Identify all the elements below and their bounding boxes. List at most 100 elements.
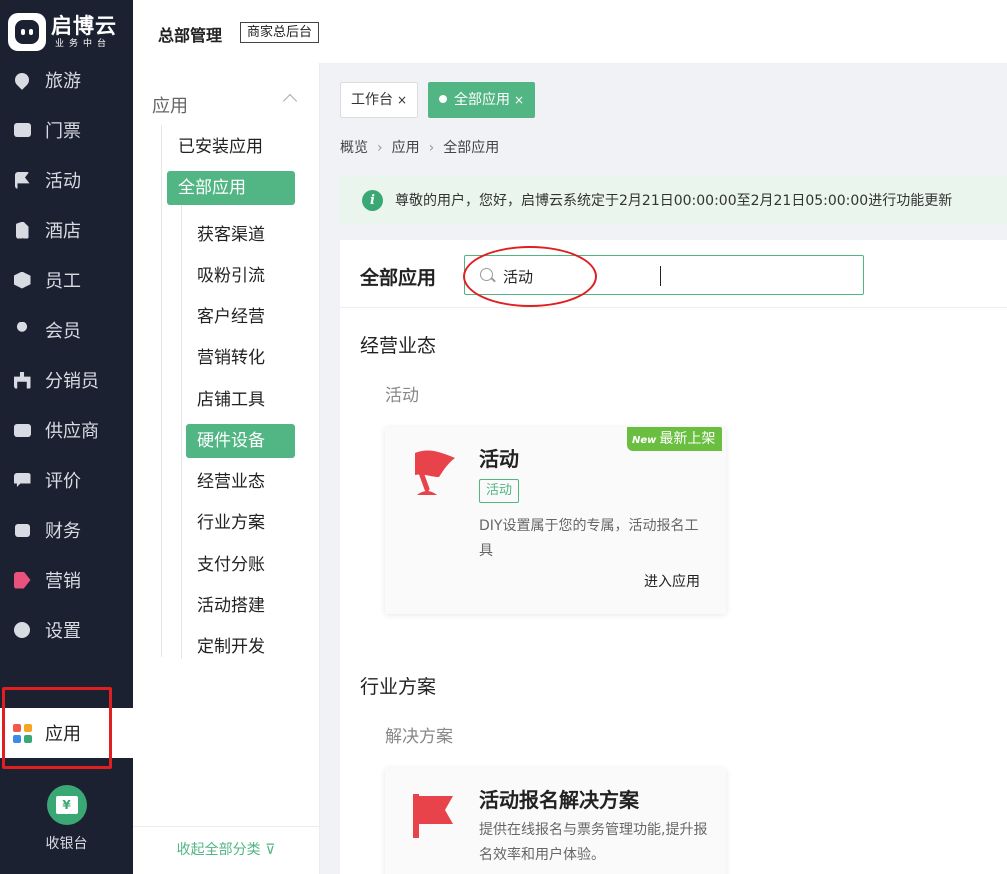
- app-root: 启博云 业务中台 旅游 门票 活动 酒店 员工 会员 分销员 供应商 评价 财务…: [0, 0, 1007, 874]
- main-sidebar: 启博云 业务中台 旅游 门票 活动 酒店 员工 会员 分销员 供应商 评价 财务…: [0, 0, 133, 874]
- nav-item-apps[interactable]: 应用: [0, 708, 133, 758]
- category-all-apps[interactable]: 全部应用: [167, 171, 295, 205]
- header-badge: 商家总后台: [240, 22, 320, 43]
- chevron-up-icon[interactable]: [282, 93, 298, 109]
- tab-all-apps[interactable]: 全部应用 ×: [428, 82, 536, 118]
- category-sub-item-selected[interactable]: 硬件设备: [186, 424, 295, 458]
- close-icon[interactable]: ×: [514, 93, 524, 107]
- search-input[interactable]: 活动: [464, 255, 864, 295]
- category-sub-item[interactable]: 吸粉引流: [186, 259, 276, 293]
- chevron-right-icon: ›: [428, 140, 435, 156]
- nav-item-travel[interactable]: 旅游: [0, 55, 133, 105]
- nav-item-staff[interactable]: 员工: [0, 255, 133, 305]
- app-tag: 活动: [479, 479, 520, 503]
- cashier-button[interactable]: ¥ 收银台: [0, 785, 133, 853]
- breadcrumb: 概览 › 应用 › 全部应用: [340, 137, 499, 157]
- nav-item-activity[interactable]: 活动: [0, 155, 133, 205]
- app-description: 提供在线报名与票务管理功能,提升报名效率和用户体验。: [479, 822, 708, 863]
- breadcrumb-item[interactable]: 概览: [340, 140, 368, 156]
- category-sub-item[interactable]: 活动搭建: [186, 589, 276, 623]
- notice-text: 尊敬的用户，您好，启博云系统定于2月21日00:00:00至2月21日05:00…: [395, 193, 953, 209]
- tab-bar: 工作台 × 全部应用 ×: [320, 63, 1007, 119]
- section-subtitle: 活动: [385, 386, 419, 406]
- category-sub-item[interactable]: 经营业态: [186, 465, 276, 499]
- category-heading[interactable]: 应用: [152, 92, 188, 118]
- tab-workbench[interactable]: 工作台 ×: [340, 82, 419, 118]
- flag-icon: [11, 170, 33, 190]
- red-flag-icon: [415, 450, 455, 495]
- category-installed-apps[interactable]: 已安装应用: [167, 130, 274, 164]
- tree-line: [161, 125, 162, 657]
- nav-item-tickets[interactable]: 门票: [0, 105, 133, 155]
- collapse-all-button[interactable]: 收起全部分类 ⊽: [133, 826, 319, 874]
- nav-item-member[interactable]: 会员: [0, 305, 133, 355]
- member-icon: [11, 320, 33, 340]
- cashier-icon: ¥: [46, 785, 87, 825]
- breadcrumb-item[interactable]: 应用: [392, 140, 420, 156]
- nav-item-finance[interactable]: 财务: [0, 505, 133, 555]
- app-name: 活动: [479, 447, 519, 471]
- marketing-icon: [11, 570, 33, 590]
- apps-grid-icon: [11, 723, 33, 743]
- nav-item-settings[interactable]: 设置: [0, 605, 133, 655]
- section-subtitle: 解决方案: [385, 727, 453, 747]
- comment-icon: [11, 470, 33, 490]
- grid-cell-red: [12, 723, 21, 732]
- brand-subtitle: 业务中台: [55, 39, 112, 49]
- app-name: 活动报名解决方案: [479, 788, 639, 812]
- category-panel: 应用 已安装应用 全部应用 获客渠道 吸粉引流 客户经营 营销转化 店铺工具 硬…: [133, 63, 320, 874]
- page-title: 全部应用: [360, 267, 437, 289]
- cashier-label: 收银台: [45, 836, 88, 852]
- settings-icon: [11, 620, 33, 640]
- search-value[interactable]: 活动: [503, 266, 533, 287]
- new-icon: New: [632, 435, 657, 446]
- logo-icon: [8, 13, 46, 51]
- category-sub-item[interactable]: 支付分账: [186, 548, 276, 582]
- brand-name: 启博云: [51, 14, 117, 38]
- new-release-badge: New 最新上架: [627, 427, 723, 451]
- breadcrumb-item-current: 全部应用: [443, 140, 500, 156]
- nav-item-supplier[interactable]: 供应商: [0, 405, 133, 455]
- close-icon[interactable]: ×: [397, 93, 407, 107]
- nav-item-distributor[interactable]: 分销员: [0, 355, 133, 405]
- hotel-icon: [11, 220, 33, 240]
- category-sub-item[interactable]: 获客渠道: [186, 218, 276, 252]
- app-description: DIY设置属于您的专属，活动报名工具: [479, 518, 699, 559]
- chevron-right-icon: ›: [377, 140, 383, 156]
- category-sub-item[interactable]: 营销转化: [186, 341, 276, 375]
- category-sub-item[interactable]: 行业方案: [186, 506, 276, 540]
- nav-item-hotel[interactable]: 酒店: [0, 205, 133, 255]
- section-title: 行业方案: [360, 676, 437, 698]
- active-dot-icon: [439, 95, 447, 103]
- grid-cell-orange: [23, 723, 32, 732]
- brand-logo[interactable]: 启博云 业务中台: [8, 12, 117, 52]
- distributor-icon: [11, 370, 33, 390]
- supplier-icon: [11, 420, 33, 440]
- map-pin-icon: [11, 70, 33, 90]
- tree-line-sub: [181, 203, 182, 659]
- app-list-panel: 全部应用 活动 经营业态 活动 活动 活动 DIY设置属于您的专属，活动报名工具…: [340, 240, 1007, 874]
- app-card-activity-solution[interactable]: 活动报名解决方案 提供在线报名与票务管理功能,提升报名效率和用户体验。: [385, 768, 726, 874]
- info-icon: i: [362, 190, 383, 211]
- app-card-activity[interactable]: 活动 活动 DIY设置属于您的专属，活动报名工具 进入应用 New 最新上架: [385, 427, 726, 614]
- nav-item-review[interactable]: 评价: [0, 455, 133, 505]
- grid-cell-blue: [12, 734, 21, 743]
- top-header: 总部管理 商家总后台: [133, 0, 1007, 63]
- red-banner-icon: [413, 794, 453, 838]
- system-notice: i 尊敬的用户，您好，启博云系统定于2月21日00:00:00至2月21日05:…: [340, 175, 1007, 225]
- header-title: 总部管理: [158, 26, 223, 45]
- category-sub-item[interactable]: 客户经营: [186, 300, 276, 334]
- section-title: 经营业态: [360, 335, 437, 357]
- collapse-icon: ⊽: [265, 842, 276, 858]
- text-caret: [660, 266, 661, 286]
- divider: [340, 307, 1007, 308]
- employee-icon: [11, 270, 33, 290]
- grid-cell-green: [23, 734, 32, 743]
- category-sub-item[interactable]: 店铺工具: [186, 383, 276, 417]
- finance-icon: [11, 520, 33, 540]
- nav-item-marketing[interactable]: 营销: [0, 555, 133, 605]
- enter-app-link[interactable]: 进入应用: [644, 571, 700, 591]
- ticket-icon: [11, 120, 33, 140]
- category-sub-item[interactable]: 定制开发: [186, 630, 276, 664]
- search-icon: [480, 268, 493, 281]
